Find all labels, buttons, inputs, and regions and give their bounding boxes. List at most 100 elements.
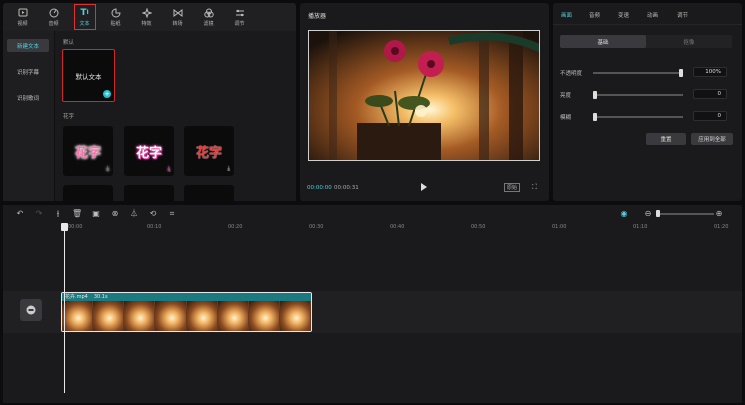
- slider-handle[interactable]: [593, 113, 597, 121]
- subnav-new-text[interactable]: 新建文本: [7, 39, 49, 52]
- playhead[interactable]: [64, 223, 65, 393]
- rotate-icon[interactable]: ⟲: [148, 209, 158, 219]
- tab-adjust[interactable]: 调节: [677, 11, 688, 19]
- fancy-text-sample-partial[interactable]: [124, 185, 174, 201]
- crop-icon[interactable]: ⌗: [167, 209, 177, 219]
- tool-label: 滤镜: [203, 20, 214, 27]
- slider-handle[interactable]: [679, 69, 683, 77]
- clip-thumbnails: [62, 301, 311, 331]
- video-preview[interactable]: [308, 30, 540, 161]
- tool-label: 调节: [234, 20, 245, 27]
- tab-speed[interactable]: 变速: [618, 11, 629, 19]
- blur-value[interactable]: 0: [693, 111, 727, 121]
- tool-sticker[interactable]: 贴纸: [100, 3, 131, 31]
- inspector-segment: 基础 抠像: [560, 35, 732, 48]
- freeze-icon[interactable]: ▣: [91, 209, 101, 219]
- blur-slider[interactable]: [593, 113, 683, 121]
- ratio-button[interactable]: 原始: [504, 183, 521, 192]
- timeline-toolbar: ↶ ↷ ⫲ 🗑 ▣ ⊗ ⏃ ⟲ ⌗ ◉ ⊖ ⊕: [3, 205, 742, 223]
- fancy-text-sample[interactable]: 花字 ⤓: [184, 126, 234, 176]
- tool-filter[interactable]: 滤镜: [193, 3, 224, 31]
- zoom-out-icon[interactable]: ⊖: [643, 209, 653, 219]
- segment-basic[interactable]: 基础: [560, 35, 646, 48]
- tab-animation[interactable]: 动画: [647, 11, 658, 19]
- clip-thumbnail: [217, 301, 249, 331]
- subnav-recognize-subtitles[interactable]: 识别字幕: [7, 65, 49, 78]
- fancy-text-label: 花字: [135, 145, 162, 161]
- clip-thumbnail: [279, 301, 311, 331]
- reverse-icon[interactable]: ⊗: [110, 209, 120, 219]
- zoom-handle[interactable]: [656, 210, 660, 217]
- time-ruler[interactable]: 00:00 00:10 00:20 00:30 00:40 00:50 01:0…: [3, 223, 742, 233]
- redo-icon[interactable]: ↷: [34, 209, 44, 219]
- reset-button[interactable]: 重置: [646, 133, 686, 145]
- fancy-text-sample-partial[interactable]: [63, 185, 113, 201]
- ruler-label: 00:50: [471, 224, 486, 230]
- total-time: 00:00:31: [334, 185, 359, 191]
- ruler-label: 00:10: [147, 224, 162, 230]
- zoom-in-icon[interactable]: ⊕: [714, 209, 724, 219]
- default-text-card[interactable]: 默认文本 +: [62, 49, 115, 102]
- play-icon[interactable]: [420, 183, 428, 191]
- tool-effects[interactable]: 特效: [131, 3, 162, 31]
- inspector-panel: 画面 音频 变速 动画 调节 基础 抠像 不透明度 100% 亮度 0 模糊 0…: [553, 3, 742, 201]
- ruler-label: 01:10: [633, 224, 648, 230]
- playhead-handle[interactable]: [61, 223, 68, 231]
- transition-icon: [173, 8, 183, 18]
- tool-audio[interactable]: 音频: [38, 3, 69, 31]
- fancy-text-label: 花字: [74, 145, 101, 161]
- inspector-tabs: 画面 音频 变速 动画 调节: [553, 3, 742, 25]
- player-panel: 播放器 00:00:00 00:00:31 原始 ⛶: [300, 3, 549, 201]
- timeline[interactable]: 00:00 00:10 00:20 00:30 00:40 00:50 01:0…: [3, 223, 742, 403]
- default-section-label: 默认: [63, 40, 75, 46]
- tool-label: 转场: [172, 20, 183, 27]
- clip-duration: 30.1s: [93, 294, 108, 300]
- ruler-label: 00:30: [309, 224, 324, 230]
- download-icon: ⤓: [106, 165, 109, 172]
- zoom-slider[interactable]: [656, 210, 714, 217]
- track-cover-icon[interactable]: [20, 299, 42, 321]
- tool-transition[interactable]: 转场: [162, 3, 193, 31]
- blur-label: 模糊: [560, 115, 572, 121]
- brightness-slider[interactable]: [593, 91, 683, 99]
- tab-audio[interactable]: 音频: [589, 11, 600, 19]
- tool-video[interactable]: 视频: [7, 3, 38, 31]
- clip-thumbnail: [93, 301, 125, 331]
- opacity-value[interactable]: 100%: [693, 67, 727, 77]
- tool-label: 特效: [141, 20, 152, 27]
- ruler-label: 00:00: [68, 224, 83, 230]
- apply-all-button[interactable]: 应用到全部: [691, 133, 733, 145]
- fancy-text-sample[interactable]: 花字 ⤓: [124, 126, 174, 176]
- segment-keying[interactable]: 抠像: [646, 35, 732, 48]
- tool-label: 音频: [48, 20, 59, 27]
- tool-label: 视频: [17, 20, 28, 27]
- video-icon: [18, 8, 28, 18]
- ruler-label: 01:00: [552, 224, 567, 230]
- add-icon[interactable]: +: [103, 90, 111, 98]
- split-icon[interactable]: ⫲: [53, 209, 63, 219]
- slider-handle[interactable]: [593, 91, 597, 99]
- fancy-text-sample[interactable]: 花字 ⤓: [63, 126, 113, 176]
- brightness-label: 亮度: [560, 93, 572, 99]
- flower-image: [309, 31, 539, 160]
- video-clip[interactable]: 花卉.mp4 30.1s: [61, 292, 312, 332]
- delete-icon[interactable]: 🗑: [72, 209, 82, 219]
- preview-axis-icon[interactable]: ◉: [619, 209, 629, 219]
- media-toolbar: 视频 音频 TI 文本 贴纸 特效 转场 滤镜 调节: [3, 3, 296, 31]
- tool-label: 文本: [79, 20, 90, 27]
- ruler-label: 01:20: [714, 224, 729, 230]
- tool-text[interactable]: TI 文本: [69, 3, 100, 31]
- undo-icon[interactable]: ↶: [15, 209, 25, 219]
- sticker-icon: [111, 7, 121, 18]
- clip-header: 花卉.mp4 30.1s: [62, 293, 311, 301]
- tab-picture[interactable]: 画面: [561, 11, 572, 19]
- tool-adjust[interactable]: 调节: [224, 3, 255, 31]
- adjust-icon: [235, 8, 245, 18]
- brightness-value[interactable]: 0: [693, 89, 727, 99]
- subnav-recognize-lyrics[interactable]: 识别歌词: [7, 91, 49, 104]
- fullscreen-icon[interactable]: ⛶: [532, 183, 537, 192]
- fancy-text-sample-partial[interactable]: [184, 185, 234, 201]
- clip-thumbnail: [186, 301, 218, 331]
- opacity-slider[interactable]: [593, 69, 683, 77]
- mirror-icon[interactable]: ⏃: [129, 209, 139, 219]
